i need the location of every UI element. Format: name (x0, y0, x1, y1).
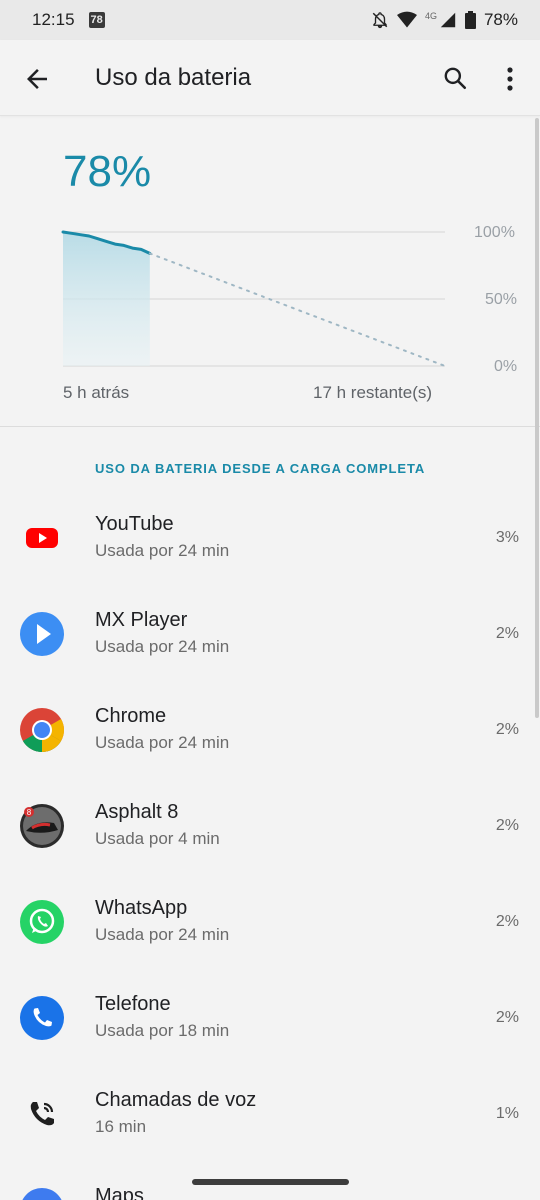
app-usage-time: Usada por 24 min (95, 925, 230, 944)
asphalt-8-icon: 8 (20, 804, 64, 848)
svg-text:8: 8 (27, 808, 32, 817)
status-icons: 4G 78% (371, 10, 518, 30)
app-usage-time: 16 min (95, 1117, 147, 1136)
battery-icon (464, 11, 476, 29)
app-battery-percent: 3% (495, 529, 519, 546)
app-row-chamadas-de-voz[interactable]: Chamadas de voz 16 min 1% (0, 1064, 540, 1160)
x-label-end: 17 h restante(s) (313, 383, 433, 402)
app-battery-percent: 2% (495, 1009, 519, 1026)
wifi-icon (396, 11, 417, 28)
signal-icon (440, 12, 456, 28)
app-usage-time: Usada por 24 min (95, 637, 230, 656)
battery-area (63, 232, 150, 366)
page-title: Uso da bateria (95, 64, 252, 91)
app-bar: Uso da bateria (0, 40, 540, 116)
app-battery-percent: 2% (495, 721, 519, 738)
y-tick-100: 100% (474, 224, 515, 241)
voice-call-icon (20, 1092, 64, 1136)
app-row-chrome[interactable]: Chrome Usada por 24 min 2% (0, 680, 540, 776)
app-name: Chamadas de voz (95, 1089, 257, 1111)
app-battery-percent: 2% (495, 817, 519, 834)
app-name: MX Player (95, 609, 188, 631)
app-row-telefone[interactable]: Telefone Usada por 18 min 2% (0, 968, 540, 1064)
app-name: Maps (95, 1185, 144, 1200)
battery-chart (61, 230, 446, 367)
y-tick-0: 0% (494, 358, 518, 375)
app-usage-time: Usada por 18 min (95, 1021, 230, 1040)
battery-projection-line (148, 252, 446, 367)
app-battery-percent: 2% (495, 625, 519, 642)
scrollbar[interactable] (535, 118, 539, 718)
app-usage-time: Usada por 24 min (95, 541, 230, 560)
phone-icon (20, 996, 64, 1040)
app-usage-time: Usada por 4 min (95, 829, 220, 848)
more-vert-icon[interactable] (500, 64, 520, 94)
app-name: Telefone (95, 993, 171, 1015)
mx-player-icon (20, 612, 64, 656)
app-row-youtube[interactable]: YouTube Usada por 24 min 3% (0, 488, 540, 584)
app-name: Chrome (95, 705, 167, 727)
x-label-start: 5 h atrás (63, 383, 130, 402)
dnd-off-icon (372, 12, 388, 29)
app-usage-list: YouTube Usada por 24 min 3% MX Player Usada … (0, 488, 540, 1200)
whatsapp-icon (20, 900, 64, 944)
back-arrow-icon[interactable] (22, 64, 52, 94)
status-time: 12:15 (32, 10, 75, 29)
battery-summary: 78% 100% 50% 0% 5 h atrás 17 h restante(… (0, 117, 540, 427)
gesture-nav-handle[interactable] (192, 1179, 349, 1185)
y-tick-50: 50% (485, 291, 518, 308)
section-divider (0, 426, 540, 427)
app-battery-percent: 2% (495, 913, 519, 930)
app-row-mx-player[interactable]: MX Player Usada por 24 min 2% (0, 584, 540, 680)
battery-percent-status: 78% (483, 10, 518, 29)
chrome-icon (20, 708, 64, 752)
section-header: USO DA BATERIA DESDE A CARGA COMPLETA (95, 461, 426, 476)
maps-icon (20, 1188, 64, 1200)
app-usage-time: Usada por 24 min (95, 733, 230, 752)
app-row-whatsapp[interactable]: WhatsApp Usada por 24 min 2% (0, 872, 540, 968)
search-icon[interactable] (442, 65, 468, 91)
youtube-icon (20, 516, 64, 560)
app-name: WhatsApp (95, 897, 188, 919)
network-type: 4G (424, 11, 437, 21)
notification-badge: 78 (88, 12, 105, 28)
app-name: Asphalt 8 (95, 801, 179, 823)
app-row-asphalt-8[interactable]: 8 Asphalt 8 Usada por 4 min 2% (0, 776, 540, 872)
status-bar: 12:15 78 4G 78% (0, 0, 540, 40)
app-battery-percent: 1% (495, 1105, 519, 1122)
app-name: YouTube (95, 513, 174, 535)
